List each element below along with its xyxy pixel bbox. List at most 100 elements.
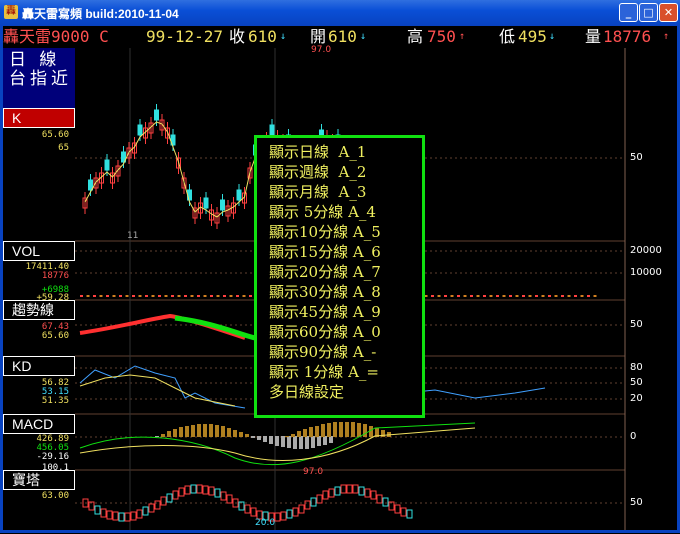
volume-bar — [184, 295, 187, 297]
panel-label-kd[interactable]: KD — [3, 356, 75, 376]
macd-bar — [197, 424, 201, 437]
tower-bar — [190, 484, 197, 494]
menu-item-daily[interactable]: 顯示日線 A_1 — [269, 142, 422, 162]
panel-label-k[interactable]: K — [3, 108, 75, 128]
tower-bar — [196, 484, 203, 494]
menu-item-5min[interactable]: 顯示 5分線 A_4 — [269, 202, 422, 222]
macd-bar-right — [333, 422, 337, 437]
maximize-button[interactable]: □ — [639, 3, 658, 22]
tower-bar — [166, 493, 173, 503]
kd-axis-50: 50 — [630, 377, 643, 388]
k-candle-body — [203, 197, 209, 209]
volume-label: 量 — [585, 27, 602, 46]
quote-date: 99-12-27 — [146, 27, 224, 46]
macd-bar-right — [357, 423, 361, 437]
macd-bar-right — [351, 422, 355, 437]
volume-bar — [236, 295, 239, 297]
tower-bar — [304, 500, 311, 510]
volume-bar — [496, 295, 499, 297]
tower-bar — [406, 509, 413, 519]
volume-bar — [463, 295, 467, 297]
macd-bar — [239, 432, 243, 437]
macd-bar-right — [345, 422, 349, 437]
volume-bar — [119, 295, 122, 297]
menu-item-weekly[interactable]: 顯示週線 A_2 — [269, 162, 422, 182]
tower-bar — [382, 497, 389, 507]
volume-bar — [587, 295, 590, 297]
tower-low-label: 20.0 — [255, 518, 276, 528]
tower-bar — [400, 507, 407, 517]
menu-item-20min[interactable]: 顯示20分線 A_7 — [269, 262, 422, 282]
macd-bar — [263, 436, 267, 442]
volume-bar — [216, 295, 220, 297]
tower-bar — [352, 484, 359, 494]
menu-item-45min[interactable]: 顯示45分線 A_9 — [269, 302, 422, 322]
quote-bar: 轟天雷9000 C 99-12-27 收 610 ↓ 開 610 ↓ 高 750… — [3, 26, 677, 48]
tower-bar — [148, 503, 155, 513]
k-candle-body — [137, 124, 143, 136]
macd-bar — [269, 436, 273, 444]
chart-mode-box[interactable]: 日 線 台指近 — [3, 48, 75, 108]
open-value: 610 — [328, 27, 357, 46]
volume-bar — [548, 295, 551, 297]
k-high-label: 97.0 — [311, 45, 332, 55]
volume-bar — [567, 295, 571, 297]
macd-bar — [317, 436, 321, 446]
close-label: 收 — [229, 27, 246, 46]
macd-bar — [203, 424, 207, 437]
panel-label-macd[interactable]: MACD — [3, 414, 75, 434]
menu-item-10min[interactable]: 顯示10分線 A_5 — [269, 222, 422, 242]
menu-item-monthly[interactable]: 顯示月線 A_3 — [269, 182, 422, 202]
panel-label-trend[interactable]: 趨勢線 — [3, 300, 75, 320]
high-label: 高 — [407, 27, 424, 46]
macd-value-3: -29.16 — [36, 452, 69, 462]
macd-bar — [281, 436, 285, 447]
app-icon[interactable]: 轟 — [4, 5, 18, 19]
panel-label-tower[interactable]: 寶塔 — [3, 470, 75, 490]
menu-item-1min[interactable]: 顯示 1分線 A_= — [269, 362, 422, 382]
tower-axis-50: 50 — [630, 497, 643, 508]
menu-item-60min[interactable]: 顯示60分線 A_0 — [269, 322, 422, 342]
volume-bar — [99, 295, 103, 297]
menu-item-30min[interactable]: 顯示30分線 A_8 — [269, 282, 422, 302]
period-menu[interactable]: 顯示日線 A_1 顯示週線 A_2 顯示月線 A_3 顯示 5分線 A_4 顯示… — [254, 135, 425, 418]
close-button[interactable]: ✕ — [659, 3, 678, 22]
macd-bar-right — [363, 424, 367, 437]
volume-bar — [541, 295, 545, 297]
tower-bar — [298, 504, 305, 514]
panel-label-vol[interactable]: VOL — [3, 241, 75, 261]
trend-value-2: 65.60 — [41, 331, 69, 341]
tower-bar — [220, 491, 227, 501]
macd-bar — [185, 426, 189, 437]
vol-axis-20000: 20000 — [630, 245, 662, 256]
volume-bar — [190, 295, 194, 297]
menu-item-15min[interactable]: 顯示15分線 A_6 — [269, 242, 422, 262]
tower-bar — [154, 500, 161, 510]
volume-bar — [210, 295, 213, 297]
volume-bar — [431, 295, 434, 297]
volume-bar — [502, 295, 506, 297]
tower-bar — [172, 490, 179, 500]
tower-bar — [112, 511, 119, 521]
tower-bar — [316, 494, 323, 504]
k-low-label: 11 — [127, 231, 139, 241]
macd-bar-right — [339, 422, 343, 437]
volume-bar — [470, 295, 473, 297]
tower-bar — [280, 511, 287, 521]
menu-item-multiday[interactable]: 多日線設定 — [269, 382, 422, 402]
tower-bar — [94, 505, 101, 515]
tower-value-1: 63.00 — [41, 491, 69, 501]
volume-bar — [138, 295, 142, 297]
macd-bar — [155, 436, 159, 437]
macd-bar — [245, 434, 249, 437]
tower-bar — [286, 509, 293, 519]
tower-bar — [226, 494, 233, 504]
volume-bar — [145, 295, 148, 297]
volume-bar — [535, 295, 538, 297]
macd-bar-right — [309, 427, 313, 437]
macd-bar — [161, 434, 165, 437]
minimize-button[interactable]: _ — [619, 3, 638, 22]
volume-bar — [489, 295, 493, 297]
macd-bar-right — [285, 436, 289, 437]
menu-item-90min[interactable]: 顯示90分線 A_- — [269, 342, 422, 362]
